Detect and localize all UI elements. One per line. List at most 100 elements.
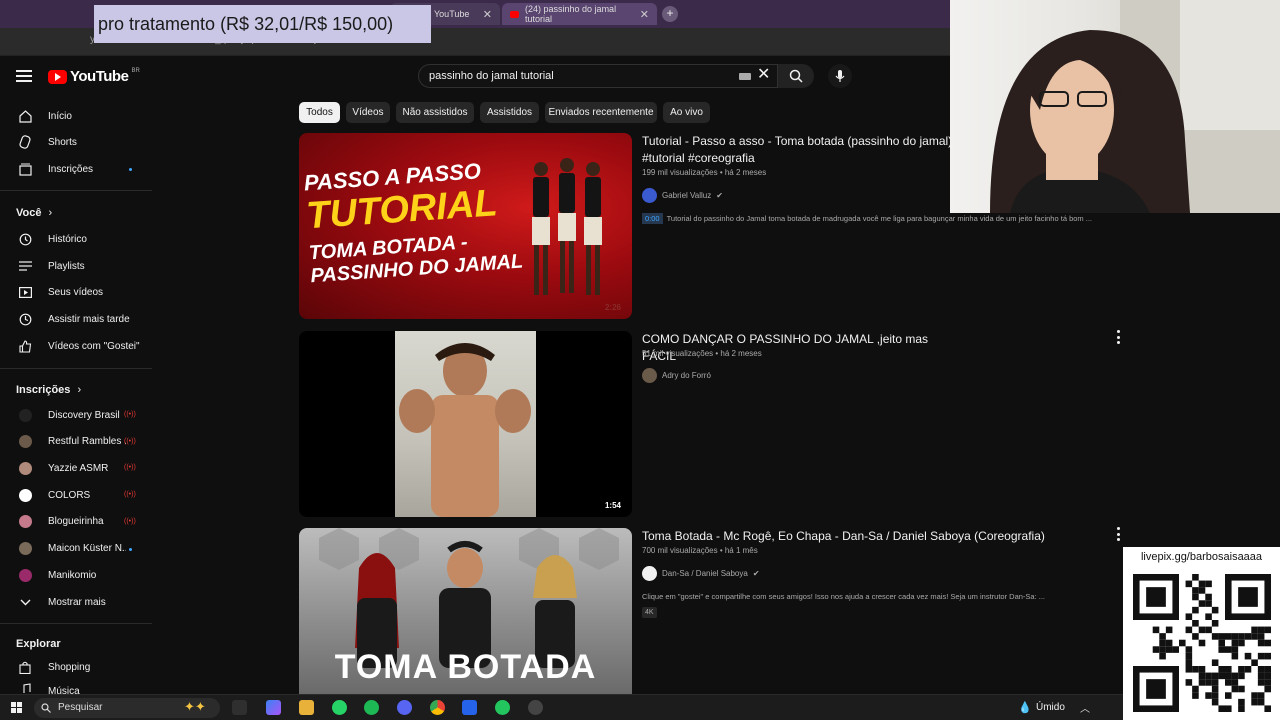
qr-label: livepix.gg/barbosaisaaaa bbox=[1140, 551, 1263, 563]
browser-tab-active[interactable]: (24) passinho do jamal tutorial ✕ bbox=[502, 3, 657, 25]
obs-icon[interactable] bbox=[528, 700, 543, 715]
channel-info[interactable]: Dan-Sa / Daniel Saboya ✔ bbox=[642, 566, 760, 581]
app-icon[interactable] bbox=[462, 700, 477, 715]
close-tab-icon[interactable]: ✕ bbox=[483, 8, 492, 21]
sidebar-item-music[interactable]: Música bbox=[0, 680, 150, 694]
chevron-up-icon[interactable]: ︿ bbox=[1080, 700, 1090, 715]
discord-icon[interactable] bbox=[397, 700, 412, 715]
chip-watched[interactable]: Assistidos bbox=[480, 102, 539, 123]
subscriptions-icon bbox=[18, 162, 32, 176]
thumbnail-text: TOMA BOTADA bbox=[334, 648, 597, 686]
clear-search-icon[interactable]: ✕ bbox=[757, 66, 770, 84]
sidebar-item-your-videos[interactable]: Seus vídeos bbox=[0, 279, 150, 305]
weather-status[interactable]: Úmido bbox=[1036, 702, 1065, 713]
sidebar-item-label: Blogueirinha bbox=[48, 516, 104, 528]
channel-info[interactable]: Adry do Forró bbox=[642, 368, 711, 383]
sidebar-subscription-item[interactable]: Restful Rambles ... ((•)) bbox=[0, 429, 150, 455]
watch-later-icon bbox=[18, 312, 32, 326]
show-more-button[interactable]: Mostrar mais bbox=[0, 589, 150, 615]
hamburger-menu-icon[interactable] bbox=[16, 70, 32, 82]
avatar-circle bbox=[18, 488, 32, 502]
you-section-heading[interactable]: Você › bbox=[16, 207, 52, 219]
channel-name: Gabriel Valluz bbox=[662, 191, 712, 200]
windows-taskbar: Pesquisar ✦✦ 💧 Úmido ︿ bbox=[0, 694, 1123, 720]
keyboard-icon[interactable] bbox=[739, 73, 751, 80]
whatsapp-icon[interactable] bbox=[332, 700, 347, 715]
chevron-right-icon: › bbox=[48, 207, 53, 219]
sidebar-item-shorts[interactable]: Shorts bbox=[0, 129, 150, 155]
sidebar-subscription-item[interactable]: COLORS ((•)) bbox=[0, 482, 150, 508]
chip-recently-uploaded[interactable]: Enviados recentemente bbox=[545, 102, 657, 123]
qr-code-icon bbox=[1133, 574, 1271, 712]
spotify-icon[interactable] bbox=[364, 700, 379, 715]
video-duration: 1:54 bbox=[601, 500, 624, 511]
sidebar-item-shopping[interactable]: Shopping bbox=[0, 654, 150, 680]
subscriptions-section-heading[interactable]: Inscrições › bbox=[16, 384, 81, 396]
file-explorer-icon[interactable] bbox=[299, 700, 314, 715]
chip-all[interactable]: Todos bbox=[299, 102, 340, 123]
voice-search-button[interactable] bbox=[828, 64, 852, 88]
search-button[interactable] bbox=[778, 64, 814, 88]
sidebar-subscription-item[interactable]: Discovery Brasil ((•)) bbox=[0, 402, 150, 428]
chip-unwatched[interactable]: Não assistidos bbox=[396, 102, 474, 123]
sidebar-item-label: Seus vídeos bbox=[48, 286, 104, 298]
video-title[interactable]: Tutorial - Passo a asso - Toma botada (p… bbox=[642, 133, 962, 167]
sidebar-item-subscriptions[interactable]: Inscrições bbox=[0, 156, 150, 182]
avatar-circle bbox=[18, 461, 32, 475]
search-icon bbox=[41, 703, 51, 713]
sidebar-item-liked-videos[interactable]: Vídeos com "Gostei" bbox=[0, 333, 150, 359]
shopping-bag-icon bbox=[18, 660, 32, 674]
more-actions-icon[interactable] bbox=[1114, 527, 1122, 541]
task-view-icon[interactable] bbox=[232, 700, 247, 715]
video-meta: 700 mil visualizações • há 1 mês bbox=[642, 546, 758, 555]
video-title[interactable]: COMO DANÇAR O PASSINHO DO JAMAL ,jeito m… bbox=[642, 331, 962, 365]
channel-name: Adry do Forró bbox=[662, 371, 711, 380]
search-input[interactable]: passinho do jamal tutorial bbox=[418, 64, 778, 88]
sidebar-item-label: Maicon Küster N... bbox=[48, 543, 126, 554]
video-thumbnail[interactable]: PASSO A PASSO TUTORIAL TOMA BOTADA - PAS… bbox=[299, 133, 632, 319]
sidebar-item-watch-later[interactable]: Assistir mais tarde bbox=[0, 306, 150, 332]
video-thumbnail[interactable]: TOMA BOTADA bbox=[299, 528, 632, 694]
chrome-icon[interactable] bbox=[430, 700, 445, 715]
channel-avatar bbox=[18, 461, 32, 475]
sidebar-item-label: Shorts bbox=[48, 136, 77, 148]
sidebar-subscription-item[interactable]: Manikomio bbox=[0, 562, 150, 588]
sidebar-subscription-item[interactable]: Yazzie ASMR ((•)) bbox=[0, 455, 150, 481]
view-count: 51 mil visualizações bbox=[642, 349, 714, 358]
divider bbox=[0, 368, 152, 369]
more-actions-icon[interactable] bbox=[1114, 330, 1122, 344]
youtube-logo[interactable]: YouTube BR bbox=[48, 68, 140, 85]
close-tab-icon[interactable]: ✕ bbox=[640, 8, 649, 21]
channel-avatar bbox=[18, 542, 32, 556]
chip-live[interactable]: Ao vivo bbox=[663, 102, 710, 123]
new-content-dot bbox=[129, 168, 132, 171]
donation-goal-overlay: pro tratamento (R$ 32,01/R$ 150,00) bbox=[94, 5, 431, 43]
sidebar-item-label: Mostrar mais bbox=[48, 596, 106, 608]
sidebar-item-playlists[interactable]: Playlists bbox=[0, 253, 150, 279]
view-count: 700 mil visualizações bbox=[642, 546, 718, 555]
chapter-timestamp[interactable]: 0:00 bbox=[642, 213, 663, 224]
video-thumbnail[interactable]: 1:54 bbox=[299, 331, 632, 517]
app-icon[interactable] bbox=[495, 700, 510, 715]
shorts-icon bbox=[18, 135, 32, 149]
windows-start-icon[interactable] bbox=[11, 702, 22, 713]
taskbar-search-box[interactable]: Pesquisar ✦✦ bbox=[34, 698, 220, 718]
live-indicator-icon: ((•)) bbox=[124, 411, 136, 418]
sidebar-item-history[interactable]: Histórico bbox=[0, 226, 150, 252]
country-code: BR bbox=[131, 67, 140, 74]
sidebar-item-home[interactable]: Início bbox=[0, 103, 150, 129]
video-title[interactable]: Toma Botada - Mc Rogê, Eo Chapa - Dan-Sa… bbox=[642, 528, 1062, 545]
sidebar-subscription-item[interactable]: Blogueirinha ((•)) bbox=[0, 509, 150, 535]
sidebar-subscription-item[interactable]: Maicon Küster N... bbox=[0, 536, 150, 562]
channel-name: Dan-Sa / Daniel Saboya bbox=[662, 569, 748, 578]
channel-avatar bbox=[18, 408, 32, 422]
channel-avatar bbox=[18, 435, 32, 449]
weather-icon: 💧 bbox=[1018, 702, 1032, 714]
sidebar-item-label: Início bbox=[48, 110, 72, 122]
chevron-down-icon bbox=[18, 595, 32, 609]
upload-age: há 2 meses bbox=[720, 349, 762, 358]
new-tab-button[interactable]: + bbox=[662, 6, 678, 22]
chip-videos[interactable]: Vídeos bbox=[346, 102, 390, 123]
channel-info[interactable]: Gabriel Valluz ✔ bbox=[642, 188, 723, 203]
copilot-icon[interactable] bbox=[266, 700, 281, 715]
